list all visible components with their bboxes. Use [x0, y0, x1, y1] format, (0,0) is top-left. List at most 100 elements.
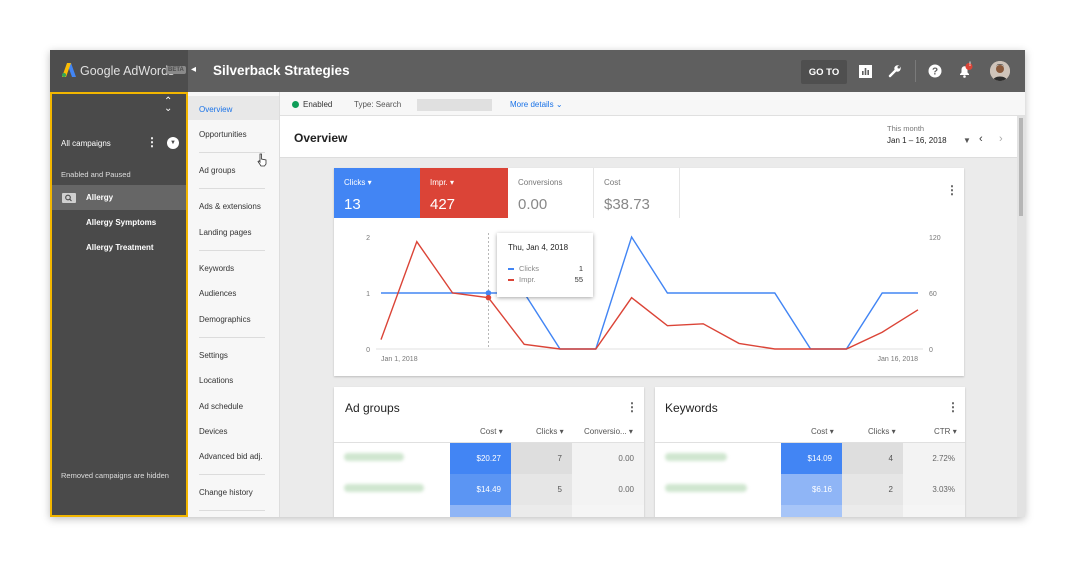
more-options-icon[interactable]: ⋮	[146, 135, 158, 149]
nav-ad-schedule[interactable]: Ad schedule	[199, 402, 243, 411]
nav-demographics[interactable]: Demographics	[199, 315, 251, 324]
series-line-clicks	[381, 235, 918, 350]
date-dropdown-icon[interactable]: ▼	[963, 136, 971, 145]
metric-impr-label: Impr.	[430, 178, 448, 187]
y-left-tick-label: 1	[366, 291, 370, 298]
reports-icon[interactable]	[856, 62, 874, 80]
sort-arrow-icon: ▾	[952, 427, 957, 436]
chart-options-icon[interactable]: ⋮	[946, 183, 958, 197]
metric-cost[interactable]: Cost $38.73	[594, 168, 680, 218]
clicks-cell: 4	[842, 443, 903, 474]
nav-ads-extensions[interactable]: Ads & extensions	[199, 202, 261, 211]
tooltip-impr-swatch	[508, 279, 514, 281]
redacted-ad-group-name	[344, 484, 424, 492]
column-header-clicks[interactable]: Clicks ▾	[868, 427, 896, 436]
campaign-item-allergy[interactable]: Allergy	[52, 185, 186, 210]
next-period-icon[interactable]: ›	[999, 133, 1003, 145]
sort-arrow-icon: ▾	[628, 427, 633, 436]
column-header-ctr[interactable]: CTR ▾	[934, 427, 957, 436]
removed-campaigns-note: Removed campaigns are hidden	[61, 471, 169, 480]
nav-locations[interactable]: Locations	[199, 376, 233, 385]
collapse-panel-icon[interactable]: ◂	[191, 64, 196, 75]
nav-landing-pages[interactable]: Landing pages	[199, 228, 252, 237]
conversions-cell: 0.00	[572, 474, 644, 505]
notifications-icon[interactable]: !	[956, 62, 974, 80]
series-line-impr	[380, 240, 919, 350]
nav-opportunities[interactable]: Opportunities	[199, 130, 247, 139]
sort-arrow-icon: ▾	[829, 427, 834, 436]
metric-clicks[interactable]: Clicks ▾ 13	[334, 168, 420, 218]
brand[interactable]: Google AdWords BETA	[50, 50, 188, 92]
date-range-label: This month	[887, 124, 925, 133]
nav-advanced-bid-adj[interactable]: Advanced bid adj.	[199, 452, 263, 461]
metric-impressions[interactable]: Impr. ▾ 427	[420, 168, 508, 218]
campaign-item-allergy-treatment[interactable]: Allergy Treatment	[52, 235, 186, 260]
divider	[199, 337, 265, 338]
column-header-label: Clicks	[868, 427, 890, 436]
metric-conversions[interactable]: Conversions 0.00	[508, 168, 594, 218]
nav-settings[interactable]: Settings	[199, 351, 228, 360]
avatar[interactable]	[990, 61, 1010, 81]
column-header-cost[interactable]: Cost ▾	[480, 427, 503, 436]
campaign-filter-label: Enabled and Paused	[61, 170, 131, 179]
campaign-status-bar: Enabled Type: Search More details ⌄	[280, 92, 1025, 116]
metric-label: Cost	[604, 178, 621, 187]
nav-change-history[interactable]: Change history	[199, 488, 253, 497]
all-campaigns[interactable]: All campaigns	[61, 139, 111, 148]
column-header-conversions[interactable]: Conversio... ▾	[584, 427, 633, 436]
column-header-clicks[interactable]: Clicks ▾	[536, 427, 564, 436]
divider	[199, 152, 265, 153]
account-name: Silverback Strategies	[213, 63, 350, 78]
y-left-tick-label: 0	[366, 347, 370, 354]
metric-label: Clicks ▾	[344, 178, 372, 187]
nav-devices[interactable]: Devices	[199, 427, 227, 436]
redacted-field	[417, 99, 492, 111]
column-header-label: Conversio...	[584, 427, 627, 436]
cost-cell: $6.16	[781, 474, 842, 505]
campaign-item-allergy-symptoms[interactable]: Allergy Symptoms	[52, 210, 186, 235]
tooltip-impr-label: Impr.	[519, 275, 536, 284]
metric-value: 427	[430, 196, 456, 213]
y-right-tick-label: 0	[929, 347, 933, 354]
sort-arrow-icon: ▾	[498, 427, 503, 436]
y-right-tick-label: 120	[929, 235, 941, 242]
keywords-card: Keywords ⋮ Cost ▾ Clicks ▾ CTR ▾ $14.09 …	[655, 387, 965, 517]
nav-ad-groups[interactable]: Ad groups	[199, 166, 235, 175]
campaign-dropdown-icon[interactable]: ▼	[167, 137, 179, 149]
status-enabled[interactable]: Enabled	[303, 100, 332, 109]
divider	[199, 510, 265, 511]
chevron-down-icon: ⌄	[555, 100, 563, 109]
campaign-item-label: Allergy Treatment	[86, 243, 154, 252]
y-right-tick-label: 60	[929, 291, 937, 298]
conversions-cell: 0.00	[572, 443, 644, 474]
beta-badge: BETA	[166, 66, 186, 74]
redacted-ad-group-name	[344, 453, 404, 461]
column-header-label: Cost	[811, 427, 828, 436]
keywords-title: Keywords	[665, 401, 718, 415]
top-bar: Google AdWords BETA ◂ Silverback Strateg…	[50, 50, 1025, 92]
previous-period-icon[interactable]: ‹	[979, 133, 983, 145]
nav-overview[interactable]: Overview	[199, 105, 232, 114]
scrollbar-thumb[interactable]	[1019, 118, 1023, 216]
expand-collapse-icon[interactable]: ⌃ ⌄	[164, 97, 172, 114]
column-header-cost[interactable]: Cost ▾	[811, 427, 834, 436]
campaign-item-label: Allergy	[86, 193, 114, 202]
ad-groups-options-icon[interactable]: ⋮	[626, 400, 638, 414]
column-header-label: Cost	[480, 427, 497, 436]
goto-button[interactable]: GO TO	[801, 60, 847, 84]
clicks-cell: 7	[511, 443, 572, 474]
nav-audiences[interactable]: Audiences	[199, 289, 236, 298]
cost-cell: $14.49	[450, 474, 511, 505]
line-chart: 2 1 0 120 60 0 Jan 1, 2018 Jan 16, 2018	[366, 233, 941, 363]
svg-text:?: ?	[932, 67, 938, 78]
keywords-options-icon[interactable]: ⋮	[947, 400, 959, 414]
date-range-picker[interactable]: Jan 1 – 16, 2018	[887, 136, 947, 145]
nav-keywords[interactable]: Keywords	[199, 264, 234, 273]
overview-header: Overview This month Jan 1 – 16, 2018 ▼ ‹…	[280, 116, 1025, 158]
clicks-cell: 5	[511, 474, 572, 505]
more-details-link[interactable]: More details ⌄	[510, 100, 563, 109]
tools-icon[interactable]	[886, 62, 904, 80]
help-icon[interactable]: ?	[926, 62, 944, 80]
brand-name: Google AdWords	[80, 64, 175, 78]
adwords-window: Google AdWords BETA ◂ Silverback Strateg…	[50, 50, 1025, 517]
